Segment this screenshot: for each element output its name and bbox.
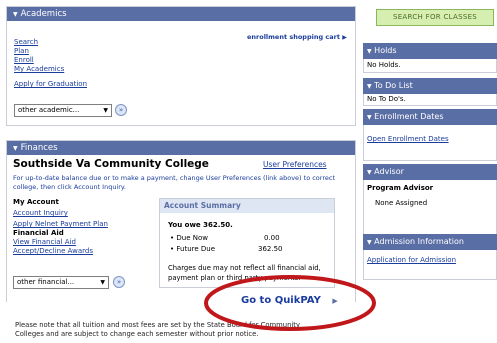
collapse-triangle-icon[interactable]: ▼	[367, 169, 372, 176]
admission-panel: ▼ Admission Information Application for …	[363, 234, 497, 280]
collapse-triangle-icon[interactable]: ▼	[13, 145, 18, 152]
college-name: Southside Va Community College	[13, 158, 209, 170]
academics-select[interactable]: other academic... ▼	[14, 104, 112, 117]
my-account-heading: My Account	[13, 198, 59, 206]
open-enrollment-dates-link[interactable]: Open Enrollment Dates	[367, 135, 449, 143]
academics-link-plan[interactable]: Plan	[14, 47, 29, 55]
collapse-triangle-icon[interactable]: ▼	[367, 239, 372, 246]
due-now-row: • Due Now 0.00	[170, 234, 330, 242]
enrollment-dates-body: Open Enrollment Dates	[363, 125, 497, 161]
enrollment-cart-label: enrollment shopping cart	[247, 33, 340, 41]
finances-select[interactable]: other financial... ▼	[13, 276, 109, 289]
finances-info-line-2: college, then click Account Inquiry.	[13, 183, 126, 191]
collapse-triangle-icon[interactable]: ▼	[367, 114, 372, 121]
apply-graduation-link[interactable]: Apply for Graduation	[14, 80, 87, 88]
due-now-label: Due Now	[176, 234, 208, 242]
advisor-title: Advisor	[374, 167, 404, 176]
academics-title: Academics	[20, 9, 67, 19]
todo-header[interactable]: ▼ To Do List	[363, 78, 497, 94]
academics-link-search[interactable]: Search	[14, 38, 38, 46]
future-due-label: Future Due	[176, 245, 216, 253]
finances-info-line-1: For up-to-date balance due or to make a …	[13, 174, 335, 182]
charges-note-1: Charges due may not reflect all financia…	[168, 264, 321, 272]
enrollment-cart-link[interactable]: enrollment shopping cart ▶	[247, 33, 347, 41]
advisor-value: None Assigned	[375, 199, 428, 207]
search-classes-button[interactable]: SEARCH FOR CLASSES	[376, 9, 494, 26]
account-summary-title: Account Summary	[164, 201, 241, 210]
owe-text: You owe 362.50.	[168, 221, 233, 229]
todo-panel: ▼ To Do List No To Do's.	[363, 78, 497, 106]
account-inquiry-link[interactable]: Account Inquiry	[13, 209, 68, 217]
collapse-triangle-icon[interactable]: ▼	[13, 11, 18, 18]
admission-title: Admission Information	[374, 237, 464, 246]
application-admission-link[interactable]: Application for Admission	[367, 256, 456, 264]
enrollment-dates-header[interactable]: ▼ Enrollment Dates	[363, 109, 497, 125]
holds-panel: ▼ Holds No Holds.	[363, 43, 497, 73]
finances-header[interactable]: ▼ Finances	[7, 141, 355, 155]
holds-text: No Holds.	[363, 59, 497, 73]
holds-header[interactable]: ▼ Holds	[363, 43, 497, 59]
program-advisor-label: Program Advisor	[367, 184, 434, 192]
academics-go-button[interactable]: »	[115, 104, 127, 116]
collapse-triangle-icon[interactable]: ▼	[367, 83, 372, 90]
todo-title: To Do List	[374, 81, 413, 90]
finances-select-value: other financial...	[17, 278, 75, 286]
collapse-triangle-icon[interactable]: ▼	[367, 48, 372, 55]
advisor-panel: ▼ Advisor Program Advisor None Assigned	[363, 164, 497, 236]
academics-link-enroll[interactable]: Enroll	[14, 56, 34, 64]
annotation-circle	[204, 275, 376, 331]
chevron-down-icon: ▼	[103, 107, 108, 114]
academics-select-value: other academic...	[18, 106, 80, 114]
enrollment-dates-panel: ▼ Enrollment Dates Open Enrollment Dates	[363, 109, 497, 161]
holds-title: Holds	[374, 46, 397, 55]
view-financial-aid-link[interactable]: View Financial Aid	[13, 238, 76, 246]
finances-title: Finances	[20, 143, 58, 153]
advisor-body: Program Advisor None Assigned	[363, 180, 497, 236]
future-due-row: • Future Due 362.50	[170, 245, 330, 253]
nelnet-payment-plan-link[interactable]: Apply Nelnet Payment Plan	[13, 220, 108, 228]
admission-body: Application for Admission	[363, 250, 497, 280]
account-summary-header: Account Summary	[160, 199, 334, 213]
search-classes-label: SEARCH FOR CLASSES	[392, 13, 478, 21]
chevron-down-icon: ▼	[100, 279, 105, 286]
financial-aid-heading: Financial Aid	[13, 229, 64, 237]
future-due-value: 362.50	[258, 245, 283, 253]
advisor-header[interactable]: ▼ Advisor	[363, 164, 497, 180]
bullet-icon: •	[170, 245, 175, 253]
finances-go-button[interactable]: »	[113, 276, 125, 288]
due-now-value: 0.00	[264, 234, 280, 242]
todo-text: No To Do's.	[363, 94, 497, 106]
academics-header[interactable]: ▼ Academics	[7, 7, 355, 21]
user-preferences-link[interactable]: User Preferences	[263, 160, 327, 169]
academics-panel: ▼ Academics Search Plan Enroll My Academi…	[6, 6, 356, 126]
arrow-right-icon: ▶	[342, 34, 347, 41]
enrollment-dates-title: Enrollment Dates	[374, 112, 444, 121]
accept-decline-awards-link[interactable]: Accept/Decline Awards	[13, 247, 93, 255]
admission-header[interactable]: ▼ Admission Information	[363, 234, 497, 250]
bullet-icon: •	[170, 234, 175, 242]
academics-link-my-academics[interactable]: My Academics	[14, 65, 64, 73]
